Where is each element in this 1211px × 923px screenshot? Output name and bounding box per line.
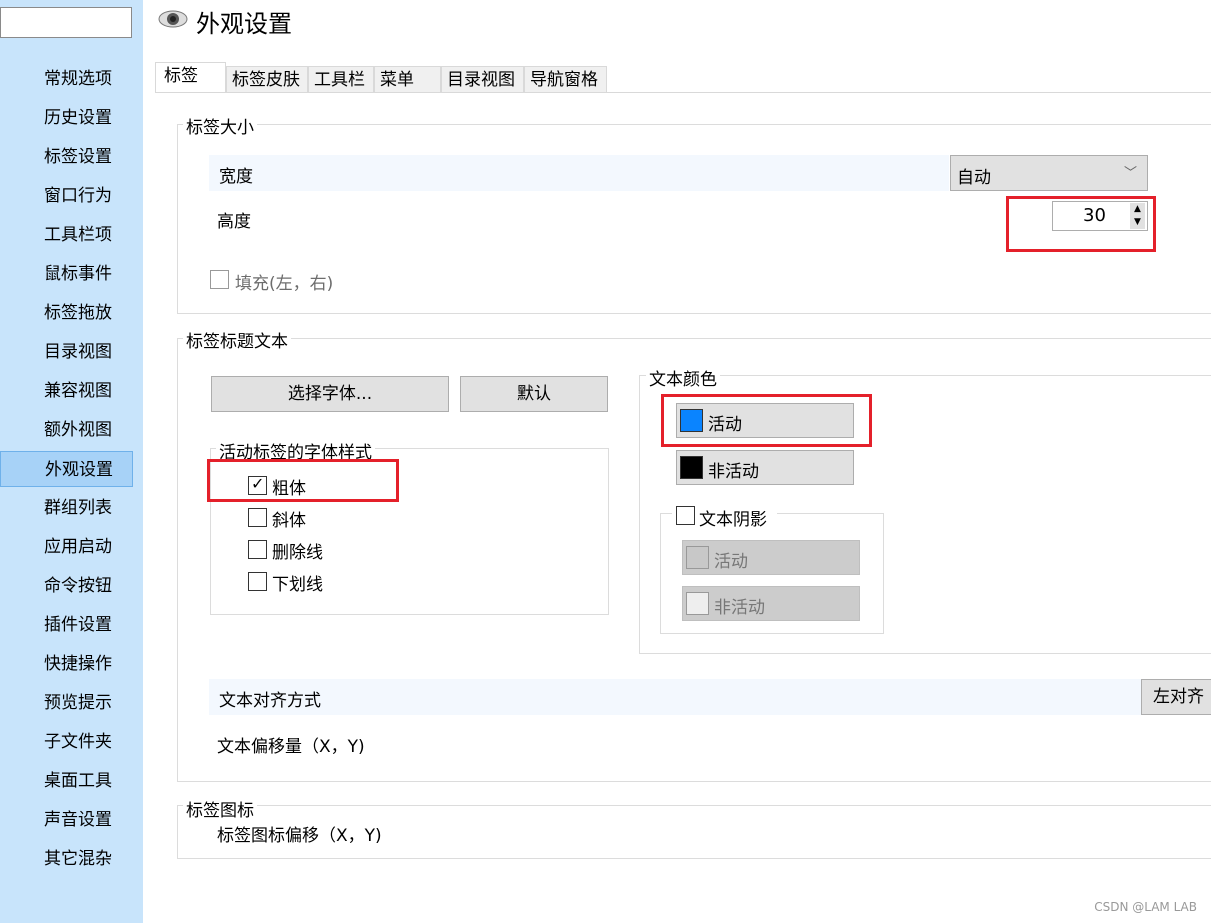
shadow-checkbox[interactable] [676,506,695,525]
sidebar-item[interactable]: 子文件夹 [0,724,133,760]
width-select[interactable]: 自动 ﹀ [950,155,1148,191]
sidebar: 常规选项 历史设置 标签设置 窗口行为 工具栏项 鼠标事件 标签拖放 目录视图 兼容视图 额外视图… [0,0,143,923]
width-select-value: 自动 [957,168,991,188]
color-swatch [686,592,709,615]
eye-icon [158,6,188,32]
page-title: 外观设置 [196,10,292,38]
color-swatch [680,456,703,479]
sidebar-item[interactable]: 兼容视图 [0,373,133,409]
align-label: 文本对齐方式 [219,691,321,711]
sidebar-item[interactable]: 窗口行为 [0,178,133,214]
sidebar-item[interactable]: 桌面工具 [0,763,133,799]
default-button[interactable]: 默认 [460,376,608,412]
sidebar-item[interactable]: 声音设置 [0,802,133,838]
sidebar-item[interactable]: 其它混杂 [0,841,133,877]
sidebar-item[interactable]: 常规选项 [0,61,133,97]
icon-group-title: 标签图标 [183,796,257,821]
arrow-down-icon[interactable]: ▼ [1130,216,1145,229]
tab[interactable]: 标签 [155,62,226,93]
shadow-inactive-button: 非活动 [682,586,860,621]
tab[interactable]: 工具栏 [308,66,374,93]
sidebar-item[interactable]: 工具栏项 [0,217,133,253]
sidebar-item[interactable]: 群组列表 [0,490,133,526]
width-row [209,155,949,191]
tab[interactable]: 菜单 [374,66,441,93]
offset-label: 文本偏移量（X，Y) [217,737,365,757]
sidebar-item[interactable]: 标签设置 [0,139,133,175]
active-label: 活动 [708,415,742,435]
sidebar-item[interactable]: 应用启动 [0,529,133,565]
shadow-label: 文本阴影 [699,510,767,530]
tab[interactable]: 导航窗格 [524,66,607,93]
arrow-up-icon[interactable]: ▲ [1130,203,1145,216]
sidebar-item[interactable]: 标签拖放 [0,295,133,331]
sidebar-item[interactable]: 鼠标事件 [0,256,133,292]
fill-checkbox[interactable] [210,270,229,289]
sidebar-item[interactable]: 快捷操作 [0,646,133,682]
font-style-label: 下划线 [272,575,323,595]
font-style-checkbox[interactable] [248,572,267,591]
width-label: 宽度 [219,167,253,187]
sidebar-item[interactable]: 预览提示 [0,685,133,721]
font-style-label: 删除线 [272,543,323,563]
choose-font-button[interactable]: 选择字体... [211,376,449,412]
shadow-inactive-label: 非活动 [714,598,765,618]
align-button[interactable]: 左对齐 [1141,679,1211,715]
icon-offset-label: 标签图标偏移（X，Y) [217,826,382,846]
sidebar-item[interactable]: 历史设置 [0,100,133,136]
sidebar-item[interactable]: 额外视图 [0,412,133,448]
height-stepper[interactable]: 30 ▲ ▼ [1052,201,1148,231]
tab-divider [155,92,1211,93]
sidebar-item[interactable]: 外观设置 [0,451,133,487]
title-group-title: 标签标题文本 [183,327,291,352]
shadow-active-button: 活动 [682,540,860,575]
search-input[interactable] [0,7,132,38]
fill-label: 填充(左，右) [235,274,334,294]
chevron-down-icon: ﹀ [1123,166,1137,181]
height-value: 30 [1083,205,1106,226]
check-icon: ✓ [251,474,265,493]
color-swatch [680,409,703,432]
shadow-active-label: 活动 [714,552,748,572]
sidebar-item[interactable]: 命令按钮 [0,568,133,604]
inactive-label: 非活动 [708,462,759,482]
watermark: CSDN @LAM LAB [1094,900,1197,914]
active-color-button[interactable]: 活动 [676,403,854,438]
tab[interactable]: 目录视图 [441,66,524,93]
font-style-label: 粗体 [272,479,306,499]
inactive-color-button[interactable]: 非活动 [676,450,854,485]
size-group-title: 标签大小 [183,113,257,138]
color-swatch [686,546,709,569]
font-style-label: 斜体 [272,511,306,531]
sidebar-item[interactable]: 插件设置 [0,607,133,643]
font-style-checkbox[interactable]: ✓ [248,474,267,495]
align-row [209,679,1141,715]
font-style-checkbox[interactable] [248,540,267,559]
text-color-title: 文本颜色 [646,365,720,390]
height-label: 高度 [217,212,251,232]
tab[interactable]: 标签皮肤 [226,66,308,93]
sidebar-item[interactable]: 目录视图 [0,334,133,370]
font-style-checkbox[interactable] [248,508,267,527]
